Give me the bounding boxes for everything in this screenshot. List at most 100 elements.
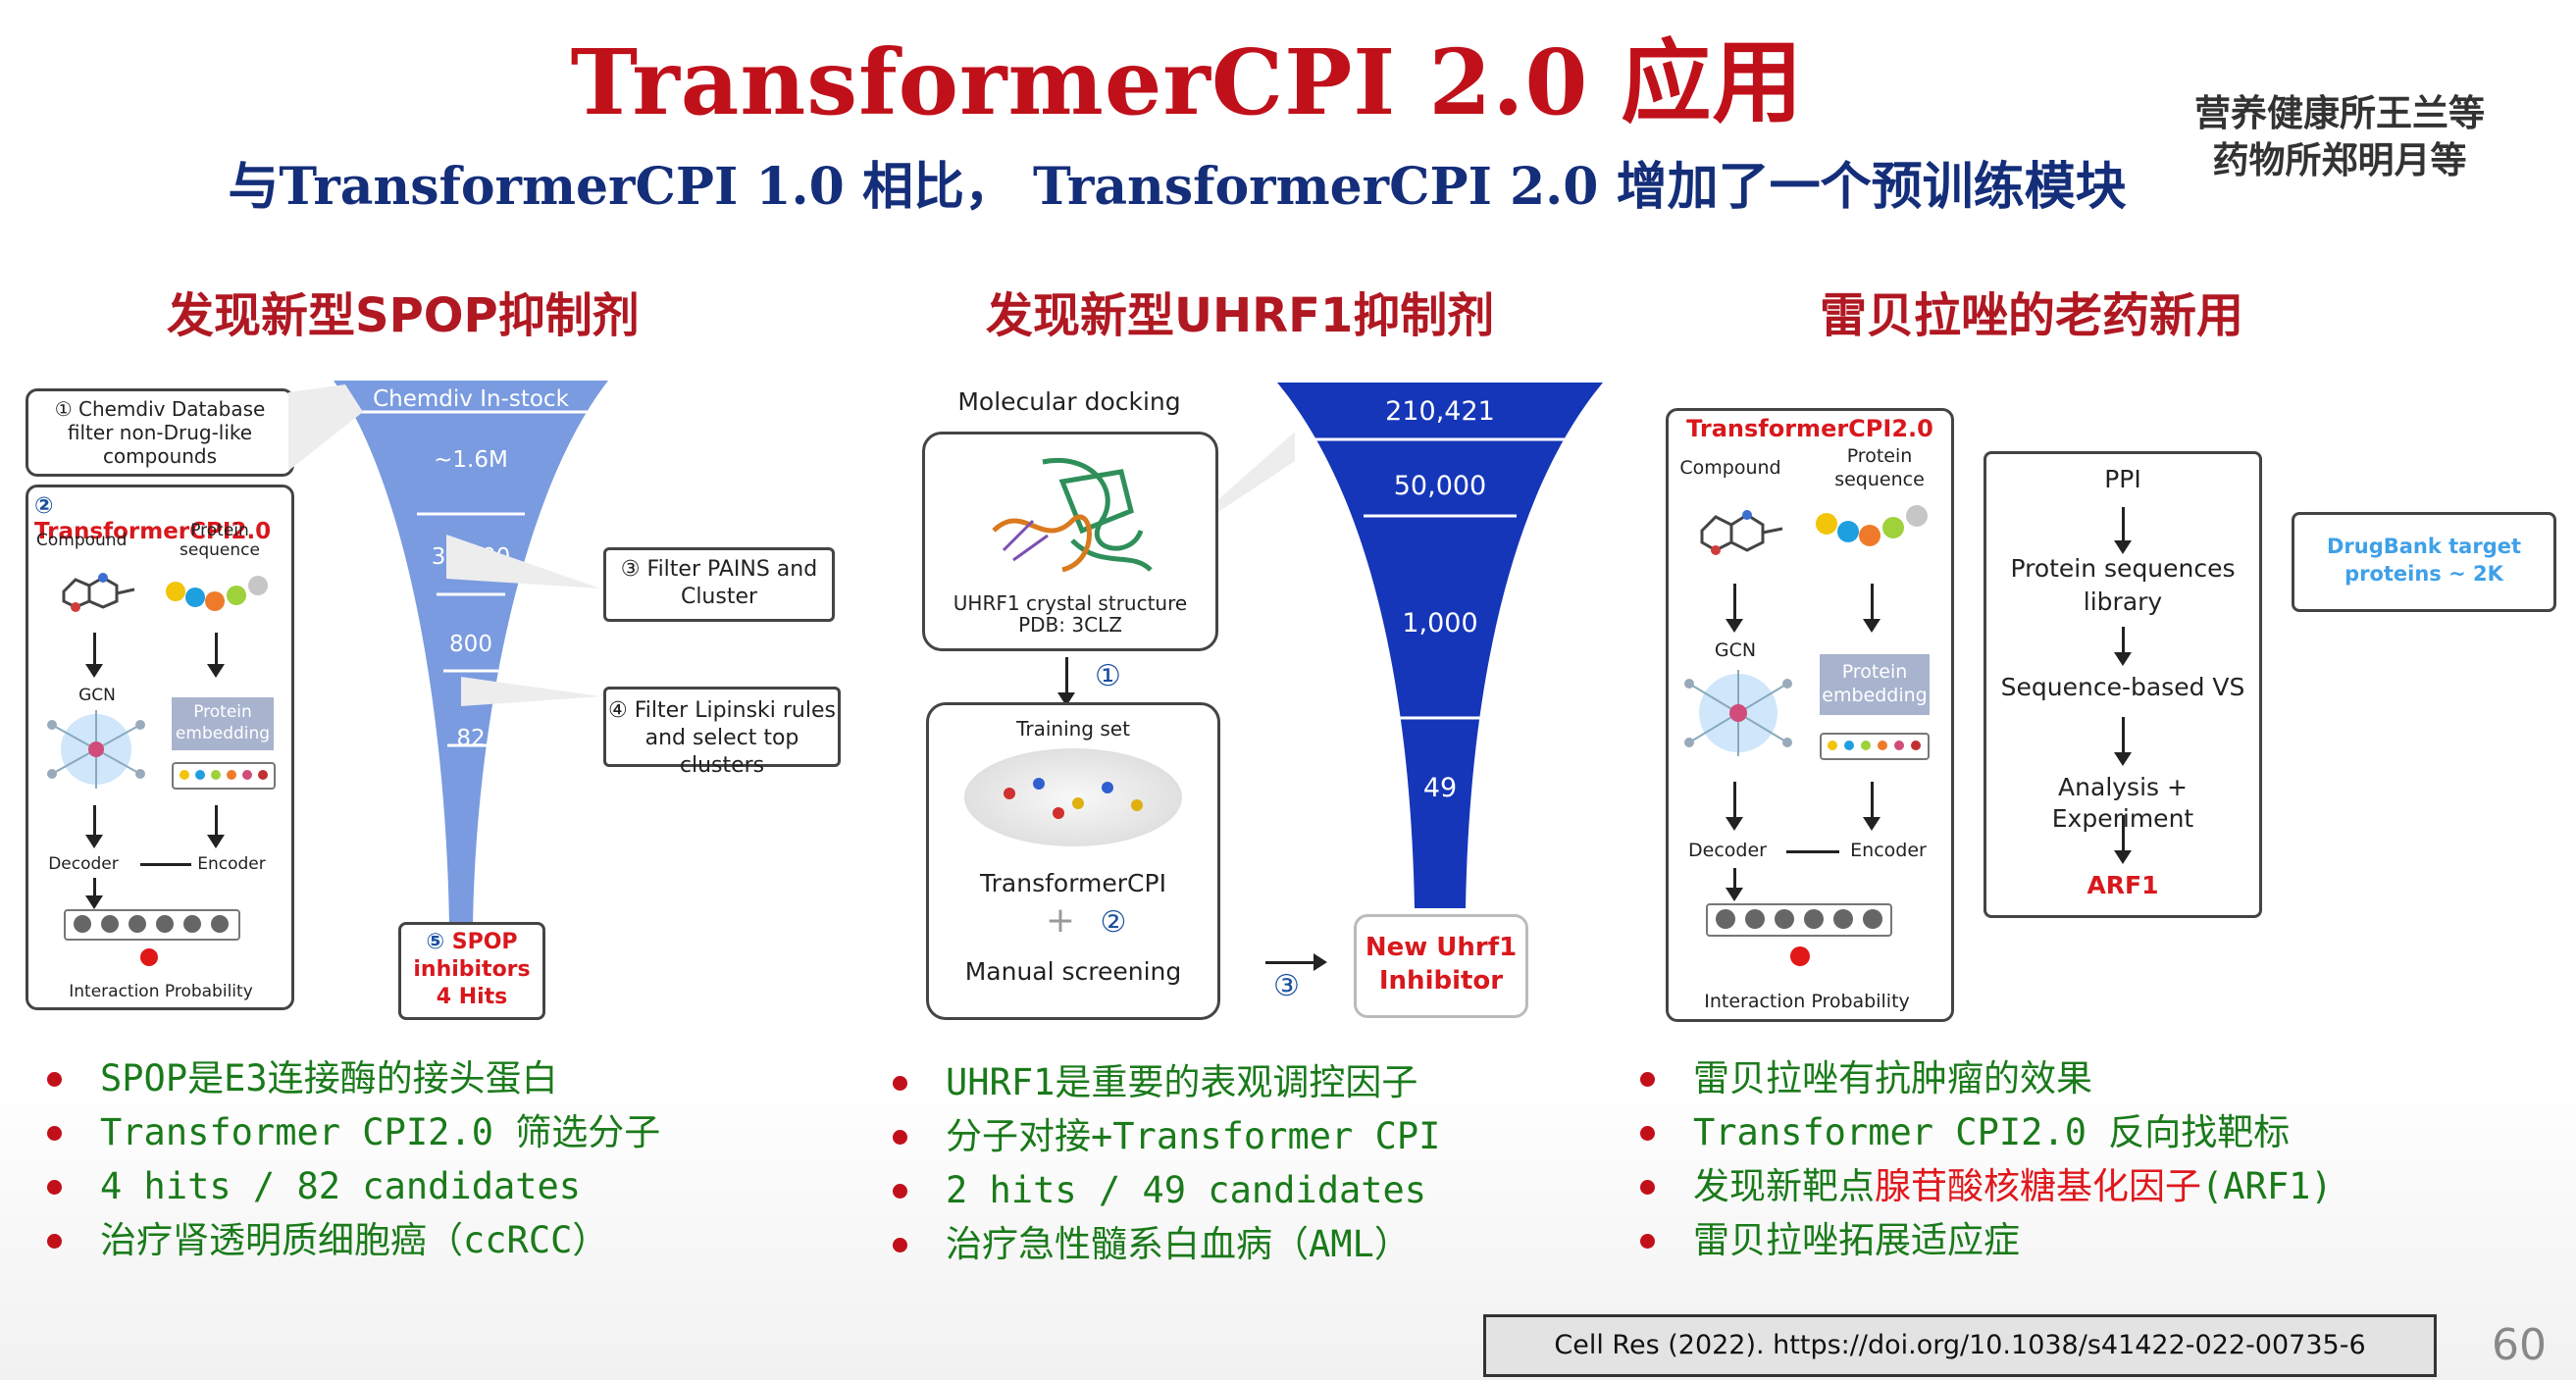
section-title-spop: 发现新型SPOP抑制剂	[167, 288, 640, 343]
decoder-label: Decoder	[48, 854, 119, 874]
step1-text: ① Chemdiv Database filter non-Drug-like …	[54, 397, 266, 468]
gcn-label: GCN	[1714, 639, 1757, 661]
bullet-item: 4 hits / 82 candidates	[39, 1159, 660, 1213]
bullet-list-rabeprazole: 雷贝拉唑有抗肿瘤的效果 Transformer CPI2.0 反向找靶标 发现新…	[1632, 1051, 2333, 1267]
step1-box: ① Chemdiv Database filter non-Drug-like …	[26, 388, 294, 477]
slide-title: TransformerCPI 2.0 应用	[570, 29, 1804, 135]
protein-embedding-box: Protein embedding	[1820, 654, 1930, 715]
step3-box: ③ Filter PAINS and Cluster	[603, 547, 835, 622]
step4-box: ④ Filter Lipinski rules and select top c…	[603, 687, 841, 778]
docking-label: Molecular docking	[957, 387, 1181, 416]
compound-label: Compound	[36, 531, 128, 550]
encoder-label: Encoder	[1850, 840, 1927, 861]
interaction-probability-label: Interaction Probability	[69, 982, 253, 1001]
training-set-image	[964, 748, 1182, 846]
arrow-down-icon	[1726, 868, 1743, 901]
arrow-down-icon	[2114, 815, 2132, 864]
bullet-item: 雷贝拉唑拓展适应症	[1632, 1213, 2333, 1267]
training-box: Training set TransformerCPI + ② Manual s…	[926, 702, 1220, 1020]
manual-screening-label: Manual screening	[964, 957, 1182, 986]
arrow-down-icon	[1863, 584, 1880, 633]
slide-subtitle: 与TransformerCPI 1.0 相比， TransformerCPI 2…	[228, 157, 2127, 217]
citation-box: Cell Res (2022). https://doi.org/10.1038…	[1483, 1314, 2437, 1377]
bullet-list-uhrf1: UHRF1是重要的表观调控因子 分子对接+Transformer CPI 2 h…	[885, 1055, 1440, 1271]
bullet-item: 发现新靶点腺苷酸核糖基化因子(ARF1)	[1632, 1159, 2333, 1213]
arrow-down-icon	[85, 878, 103, 909]
bullet-item: 雷贝拉唑有抗肿瘤的效果	[1632, 1051, 2333, 1105]
bullet-item: UHRF1是重要的表观调控因子	[885, 1055, 1440, 1109]
arrow-down-icon	[1057, 657, 1075, 706]
arrow-down-icon	[2114, 507, 2132, 554]
funnel-stage-2: 1,000	[1402, 608, 1478, 639]
flow-step-ppi: PPI	[2104, 465, 2141, 493]
transformercpi-diagram-2: TransformerCPI2.0 Compound Protein seque…	[1666, 408, 1954, 1022]
embedding-vector	[172, 762, 276, 790]
arrow-right-icon	[1265, 961, 1316, 964]
uhrf1-result-label: New Uhrf1 Inhibitor	[1365, 933, 1518, 996]
probability-dot	[1790, 946, 1810, 966]
interaction-probability-label: Interaction Probability	[1704, 991, 1910, 1012]
protein-embedding-box: Protein embedding	[172, 697, 274, 750]
panel3-model-label: TransformerCPI2.0	[1686, 415, 1933, 442]
crystal-structure-box: UHRF1 crystal structure PDB: 3CLZ	[922, 432, 1218, 651]
step-number-1: ①	[1095, 659, 1121, 693]
funnel-stage-0: 210,421	[1385, 396, 1495, 427]
graph-network-icon	[1684, 670, 1792, 756]
step-number-3: ③	[1273, 969, 1300, 1003]
molecule-icon	[62, 573, 135, 612]
arrow-right-head	[1314, 953, 1327, 971]
graph-network-icon	[47, 710, 145, 789]
step3-text: ③ Filter PAINS and Cluster	[620, 557, 818, 609]
target-flow-box: PPI Protein sequences library Sequence-b…	[1984, 451, 2262, 918]
step2-number: ②	[34, 493, 54, 519]
output-vector	[1706, 903, 1892, 937]
bullet-text: 发现新靶点	[1693, 1165, 1875, 1207]
arrow-down-icon	[2114, 627, 2132, 666]
arrow-down-icon	[1863, 782, 1880, 831]
training-set-label: Training set	[1016, 717, 1130, 741]
arrow-left-icon	[1786, 850, 1839, 853]
bullet-item: SPOP是E3连接酶的接头蛋白	[39, 1051, 660, 1105]
arrow-down-icon	[2114, 717, 2132, 766]
decoder-label: Decoder	[1688, 840, 1767, 861]
transformercpi-diagram-1: ② TransformerCPI2.0 Compound Protein seq…	[26, 485, 294, 1010]
arrow-left-icon	[140, 863, 191, 866]
funnel-stage-0: Chemdiv In-stock	[373, 386, 569, 412]
bullet-list-spop: SPOP是E3连接酶的接头蛋白 Transformer CPI2.0 筛选分子 …	[39, 1051, 660, 1267]
bullet-item: 2 hits / 49 candidates	[885, 1163, 1440, 1217]
arrow-down-icon	[85, 805, 103, 848]
section-title-rabeprazole: 雷贝拉唑的老药新用	[1820, 288, 2244, 343]
embedding-vector	[1820, 733, 1930, 760]
funnel-stage-2: 35,000	[431, 544, 511, 570]
bullet-item: Transformer CPI2.0 反向找靶标	[1632, 1105, 2333, 1159]
transformercpi-label: TransformerCPI	[980, 869, 1166, 897]
bullet-item: 分子对接+Transformer CPI	[885, 1109, 1440, 1163]
bullet-text: (ARF1)	[2201, 1165, 2333, 1207]
arrow-down-icon	[207, 633, 225, 678]
arrow-down-icon	[85, 633, 103, 678]
flow-step-library: Protein sequences library	[2010, 554, 2236, 616]
step4-text: ④ Filter Lipinski rules and select top c…	[608, 698, 836, 778]
funnel-stage-3: 800	[449, 632, 492, 657]
protein-sequence-label: Protein sequence	[1834, 445, 1925, 490]
flow-step-arf1: ARF1	[2087, 871, 2159, 899]
step-number-2: ②	[1100, 905, 1127, 940]
compound-label: Compound	[1679, 457, 1781, 479]
gcn-label: GCN	[78, 686, 116, 705]
uhrf1-result-box: New Uhrf1 Inhibitor	[1354, 914, 1528, 1018]
section-title-uhrf1: 发现新型UHRF1抑制剂	[986, 288, 1495, 343]
bullet-item: Transformer CPI2.0 筛选分子	[39, 1105, 660, 1159]
funnel-stage-1: 50,000	[1393, 471, 1487, 501]
step5-box: ⑤ SPOP inhibitors 4 Hits	[398, 922, 545, 1020]
output-vector	[64, 909, 240, 941]
author-line-1: 营养健康所王兰等	[2194, 92, 2485, 134]
plus-icon: +	[1045, 900, 1076, 941]
bullet-item: 治疗肾透明质细胞癌（ccRCC）	[39, 1213, 660, 1267]
step5-number: ⑤	[426, 930, 445, 954]
protein-structure-icon	[992, 458, 1153, 573]
funnel-stage-1: ~1.6M	[434, 447, 508, 473]
funnel-chart-uhrf1	[1277, 383, 1603, 908]
arrow-down-icon	[1726, 584, 1743, 633]
flow-step-vs: Sequence-based VS	[2000, 673, 2245, 701]
encoder-label: Encoder	[197, 854, 266, 874]
